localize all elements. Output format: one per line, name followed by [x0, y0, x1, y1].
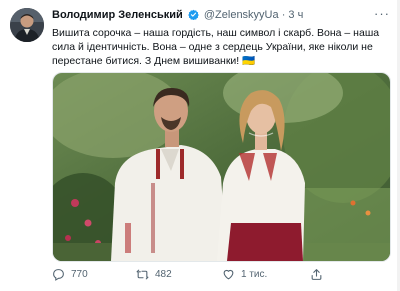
author-handle[interactable]: @ZelenskyyUa	[204, 9, 279, 21]
avatar[interactable]	[10, 8, 44, 42]
retweet-button[interactable]: 482	[136, 268, 172, 281]
tweet-header: Володимир Зеленський @ZelenskyyUa · 3 ч …	[52, 6, 392, 25]
author-name[interactable]: Володимир Зеленський	[52, 9, 183, 21]
header-separator: ·	[281, 9, 286, 21]
heart-icon	[222, 268, 235, 281]
tweet-text: Вишита сорочка – наша гордість, наш симв…	[52, 27, 380, 67]
retweet-count: 482	[155, 269, 172, 280]
verified-badge-icon	[187, 9, 199, 23]
tweet-actions: 770 482 1 тис.	[52, 268, 392, 284]
like-button[interactable]: 1 тис.	[222, 268, 267, 281]
more-options-button[interactable]: ···	[374, 6, 390, 21]
retweet-icon	[136, 268, 149, 281]
tweet-time[interactable]: 3 ч	[288, 9, 303, 21]
reply-button[interactable]: 770	[52, 268, 88, 281]
tweet[interactable]: Володимир Зеленський @ZelenskyyUa · 3 ч …	[0, 0, 400, 291]
tweet-photo[interactable]	[52, 72, 391, 262]
like-count: 1 тис.	[241, 269, 268, 280]
reply-icon	[52, 268, 65, 281]
share-icon	[310, 268, 323, 281]
share-button[interactable]	[310, 268, 323, 281]
reply-count: 770	[71, 269, 88, 280]
